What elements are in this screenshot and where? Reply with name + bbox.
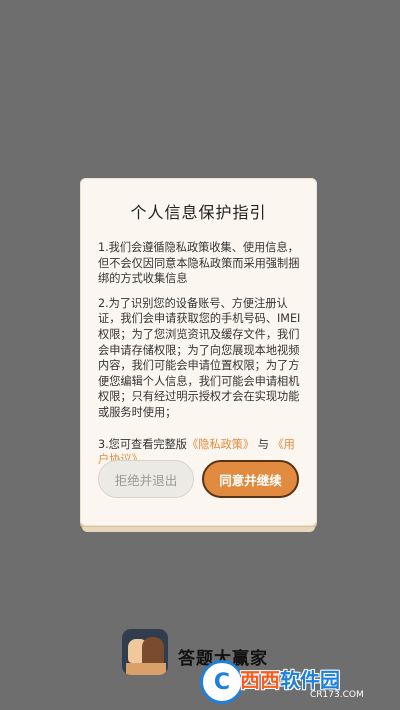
watermark-logo-icon: C [200, 660, 244, 704]
watermark-url: CR173.COM [310, 690, 364, 700]
privacy-dialog: 个人信息保护指引 1.我们会遵循隐私政策收集、使用信息，但不会仅因同意本隐私政策… [80, 178, 317, 532]
agree-continue-button[interactable]: 同意并继续 [202, 460, 299, 498]
policy-paragraph-1: 1.我们会遵循隐私政策收集、使用信息，但不会仅因同意本隐私政策而采用强制捆绑的方… [98, 241, 300, 286]
decline-exit-button[interactable]: 拒绝并退出 [98, 460, 194, 498]
dialog-title: 个人信息保护指引 [130, 203, 267, 222]
watermark: C 西西软件园 CR173.COM [200, 656, 395, 704]
watermark-brand: 西西软件园 [240, 668, 340, 692]
and-text: 与 [257, 437, 269, 451]
privacy-policy-link[interactable]: 《隐私政策》 [187, 438, 254, 451]
app-logo-icon [122, 629, 168, 675]
policy-paragraph-3-text: 3.您可查看完整版 [98, 437, 187, 451]
dialog-body: 1.我们会遵循隐私政策收集、使用信息，但不会仅因同意本隐私政策而采用强制捆绑的方… [98, 240, 302, 477]
policy-paragraph-2: 2.为了识别您的设备账号、方便注册认证，我们会申请获取您的手机号码、IMEI权限… [98, 296, 301, 419]
